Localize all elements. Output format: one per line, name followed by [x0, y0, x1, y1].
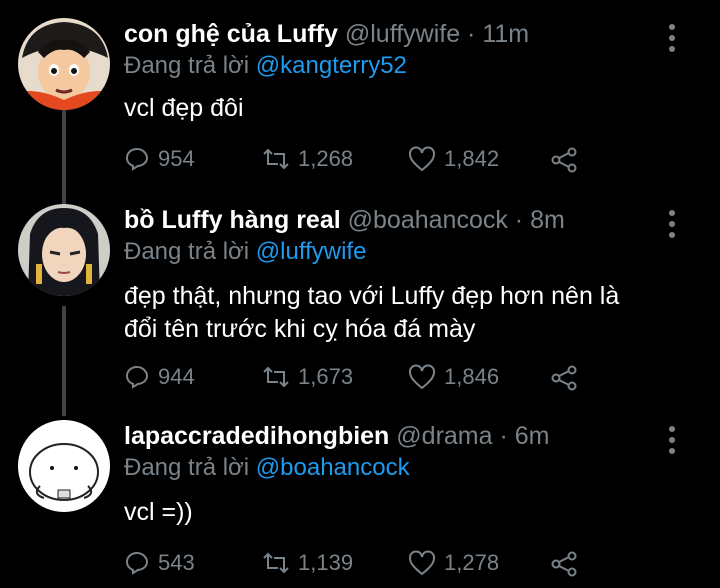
tweet-actions: 543 1,139 1,278: [124, 550, 584, 580]
retweet-icon: [263, 148, 289, 170]
reply-button[interactable]: 954: [124, 146, 195, 172]
like-button[interactable]: 1,846: [408, 364, 499, 390]
tweet[interactable]: lapaccradedihongbien @drama · 6m Đang tr…: [0, 420, 720, 588]
replying-to: Đang trả lời @kangterry52: [124, 52, 407, 80]
tweet[interactable]: bồ Luffy hàng real @boahancock · 8m Đang…: [0, 204, 720, 394]
timestamp[interactable]: 8m: [530, 206, 565, 234]
separator: ·: [507, 206, 531, 234]
tweet-text-line: vcl =)): [124, 498, 193, 526]
reply-icon: [125, 147, 149, 171]
replying-label: Đang trả lời: [124, 52, 256, 79]
tweet-text: đẹp thật, nhưng tao với Luffy đẹp hơn nê…: [124, 280, 619, 346]
like-count: 1,846: [444, 364, 500, 389]
mention-link[interactable]: @kangterry52: [256, 52, 407, 79]
user-handle[interactable]: @boahancock: [348, 206, 508, 234]
share-icon: [551, 551, 577, 577]
heart-icon: [409, 550, 435, 576]
timestamp[interactable]: 6m: [515, 422, 550, 450]
separator: ·: [492, 422, 515, 450]
tweet-actions: 954 1,268 1,842: [124, 146, 584, 176]
tweet-header: bồ Luffy hàng real @boahancock · 8m: [124, 206, 565, 235]
heart-icon: [409, 146, 435, 172]
mention-link[interactable]: @luffywife: [256, 238, 367, 265]
reply-button[interactable]: 944: [124, 364, 195, 390]
replying-to: Đang trả lời @luffywife: [124, 238, 366, 266]
retweet-icon: [263, 552, 289, 574]
avatar[interactable]: [18, 420, 110, 512]
tweet-header: lapaccradedihongbien @drama · 6m: [124, 422, 550, 451]
more-vertical-icon[interactable]: [666, 24, 678, 57]
share-button[interactable]: [550, 550, 586, 578]
replying-label: Đang trả lời: [124, 238, 256, 265]
user-handle[interactable]: @luffywife: [345, 20, 460, 48]
share-button[interactable]: [550, 146, 586, 174]
reply-icon: [125, 551, 149, 575]
like-count: 1,842: [444, 146, 500, 171]
tweet-text: vcl đẹp đôi: [124, 92, 244, 125]
timestamp[interactable]: 11m: [482, 20, 529, 48]
like-button[interactable]: 1,278: [408, 550, 499, 576]
display-name[interactable]: lapaccradedihongbien: [124, 422, 389, 450]
reply-count: 944: [158, 364, 195, 389]
more-vertical-icon[interactable]: [666, 210, 678, 243]
retweet-icon: [263, 366, 289, 388]
avatar[interactable]: [18, 18, 110, 110]
display-name[interactable]: bồ Luffy hàng real: [124, 206, 341, 234]
retweet-button[interactable]: 1,139: [262, 550, 353, 576]
avatar[interactable]: [18, 204, 110, 296]
retweet-count: 1,139: [298, 550, 354, 575]
retweet-count: 1,268: [298, 146, 354, 171]
like-count: 1,278: [444, 550, 500, 575]
reply-count: 543: [158, 550, 195, 575]
retweet-count: 1,673: [298, 364, 354, 389]
replying-to: Đang trả lời @boahancock: [124, 454, 410, 482]
reply-count: 954: [158, 146, 195, 171]
display-name[interactable]: con ghệ của Luffy: [124, 20, 338, 48]
share-button[interactable]: [550, 364, 586, 392]
separator: ·: [460, 20, 483, 48]
user-handle[interactable]: @drama: [396, 422, 492, 450]
tweet-text: vcl =)): [124, 496, 193, 529]
mention-link[interactable]: @boahancock: [256, 454, 410, 481]
retweet-button[interactable]: 1,268: [262, 146, 353, 172]
share-icon: [551, 147, 577, 173]
more-vertical-icon[interactable]: [666, 426, 678, 459]
tweet-text-line: vcl đẹp đôi: [124, 94, 244, 122]
tweet-header: con ghệ của Luffy @luffywife · 11m: [124, 20, 529, 49]
heart-icon: [409, 364, 435, 390]
tweet-text-line: đẹp thật, nhưng tao với Luffy đẹp hơn nê…: [124, 282, 620, 310]
share-icon: [551, 365, 577, 391]
tweet[interactable]: con ghệ của Luffy @luffywife · 11m Đang …: [0, 18, 720, 188]
reply-button[interactable]: 543: [124, 550, 195, 576]
replying-label: Đang trả lời: [124, 454, 256, 481]
retweet-button[interactable]: 1,673: [262, 364, 353, 390]
tweet-text-line: đổi tên trước khi cỵ hóa đá mày: [124, 315, 476, 343]
like-button[interactable]: 1,842: [408, 146, 499, 172]
tweet-actions: 944 1,673 1,846: [124, 364, 584, 394]
reply-icon: [125, 365, 149, 389]
